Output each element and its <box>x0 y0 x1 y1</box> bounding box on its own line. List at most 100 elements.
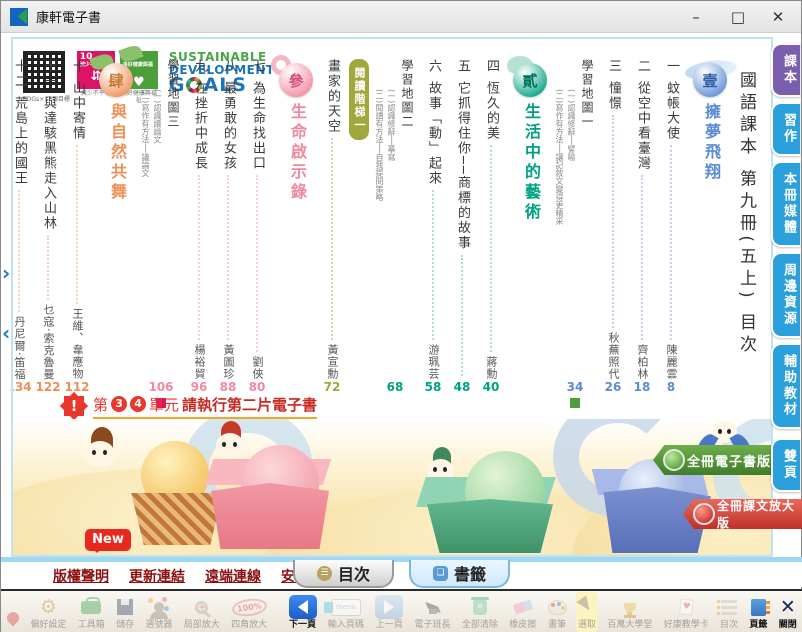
dotted-leader <box>76 145 78 304</box>
toc-map-entry[interactable]: 學習地圖一(一)認識修辭──譬喻(二)寫作有方法──讓記敘文變得更精采34 <box>554 59 596 395</box>
toc-lesson-entry[interactable]: 六故事「動」起來游珮芸58 <box>421 59 445 395</box>
unit-header: 肆與自然共舞 <box>94 59 140 395</box>
preferences-button[interactable]: ⚙偏好設定 <box>28 592 68 632</box>
dotted-leader <box>18 190 20 312</box>
preferences-icon: ⚙ <box>40 594 57 620</box>
lesson-title: 畫家的天空 <box>320 59 344 134</box>
lesson-author: 秋蕪照代 <box>603 332 623 380</box>
brush-button[interactable]: 畫筆 <box>546 592 569 632</box>
app-logo-icon <box>10 8 28 26</box>
toolbar-label: 儲存 <box>116 620 134 631</box>
lesson-title: 三憧憬 <box>601 59 625 111</box>
toc-ladder-entry[interactable]: 畫家的天空黃宣勳72 <box>320 59 344 395</box>
toc-lesson-entry[interactable]: 二從空中看臺灣齊柏林18 <box>630 59 654 395</box>
wings-icon: 壹 <box>689 59 733 101</box>
goto-page-button[interactable]: menu輸入頁碼 <box>326 592 366 632</box>
lesson-number: 七 <box>250 59 265 74</box>
dotted-leader <box>256 175 258 352</box>
full-ebook-banner-button[interactable]: 全冊電子書版 <box>653 445 779 475</box>
page-number: 122 <box>35 380 60 395</box>
side-tab-課本[interactable]: 課本 <box>771 43 800 97</box>
toc-lesson-entry[interactable]: 八最勇敢的女孩黃圖珍88 <box>216 59 240 395</box>
eraser-button[interactable]: 橡皮擦 <box>507 592 538 632</box>
leaves-icon: 肆 <box>95 59 139 101</box>
save-button[interactable]: 儲存 <box>114 592 136 632</box>
toolbar-label: 偏好設定 <box>30 620 66 631</box>
tab-toc[interactable]: ☰ 目次 <box>293 560 394 588</box>
footer-link-更新連結[interactable]: 更新連結 <box>129 566 185 586</box>
unit-number: 貳 <box>513 63 547 97</box>
side-tab-本冊媒體[interactable]: 本冊媒體 <box>771 161 800 247</box>
teaching-cards-button[interactable]: ♥好康教學卡 <box>662 592 711 632</box>
map-subitems: (一)認識修辭──摹寫(二)閱讀有方法──自我提問策略 <box>374 59 397 380</box>
unit-title: 生命啟示錄 <box>285 103 309 203</box>
side-tab-習作[interactable]: 習作 <box>771 102 800 156</box>
lesson-author: 黃圖珍 <box>218 344 238 380</box>
goto-page-icon: menu <box>331 594 361 620</box>
corner-zoom-button[interactable]: 100%四角放大 <box>229 592 269 632</box>
prev-page-button[interactable]: 上一頁 <box>373 592 405 632</box>
lesson-number: 六 <box>426 59 441 74</box>
next-page-button[interactable]: 下一頁 <box>287 592 319 632</box>
toc-button[interactable]: 目次 <box>718 592 740 632</box>
lesson-title: 七為生命找出口 <box>245 59 269 171</box>
toc-lesson-entry[interactable]: 一蚊帳大使陳麗雲8 <box>659 59 683 395</box>
lesson-author: 游珮芸 <box>423 344 443 380</box>
maximize-button[interactable]: □ <box>723 5 753 29</box>
content-page: SDGs×17項目標 10減少不平等⇵減少不平等3良好健康與福祉♥良好健康與福祉… <box>11 37 773 557</box>
lesson-author: 蔣勳 <box>481 356 501 380</box>
full-text-zoom-banner-button[interactable]: 全冊課文放大版 <box>683 499 802 529</box>
save-icon <box>117 594 133 620</box>
close-button[interactable]: ✕ <box>763 5 793 29</box>
lesson-number: 八 <box>221 59 236 74</box>
pin-button[interactable] <box>5 592 21 632</box>
page-tabs-button[interactable]: 頁籤 <box>747 592 769 632</box>
toc-lesson-entry[interactable]: 九在挫折中成長楊裕貿96 <box>187 59 211 395</box>
toc-lesson-entry[interactable]: 十一與達駭黑熊走入山林乜寇‧索克魯曼122 <box>36 59 60 395</box>
collapse-arrow[interactable]: ‹ <box>2 321 16 345</box>
side-tab-雙頁[interactable]: 雙頁 <box>771 438 800 492</box>
toc-map-entry[interactable]: 學習地圖三(一)認識議論文(二)寫作有方法──議論文106 <box>140 59 182 395</box>
select-button[interactable]: 選取 <box>576 592 598 632</box>
minimize-button[interactable]: – <box>681 5 711 29</box>
unit-title: 擁夢飛翔 <box>699 103 723 183</box>
tab-bookmark[interactable]: ❏ 書籤 <box>409 560 510 588</box>
unit-number: 參 <box>279 63 313 97</box>
toc-lesson-entry[interactable]: 五它抓得住你──商標的故事48 <box>450 59 474 395</box>
partial-zoom-button[interactable]: +局部放大 <box>182 592 222 632</box>
lesson-title: 一蚊帳大使 <box>659 59 683 141</box>
dotted-leader <box>612 115 614 328</box>
footer-link-版權聲明[interactable]: 版權聲明 <box>53 566 109 586</box>
map-title: 學習地圖二 <box>399 59 416 380</box>
toolbox-button[interactable]: 工具箱 <box>76 592 107 632</box>
e-monitor-button[interactable]: 電子班長 <box>413 592 453 632</box>
toc-lesson-entry[interactable]: 七為生命找出口劉俠80 <box>245 59 269 395</box>
close-button[interactable]: ✕關閉 <box>777 592 799 632</box>
million-school-button[interactable]: 百萬大學堂 <box>605 592 654 632</box>
toc-lesson-entry[interactable]: 十山中寄情王維、韋應物112 <box>65 59 89 395</box>
map-subitems: (一)認識議論文(二)寫作有方法──議論文 <box>140 59 163 380</box>
toc-lesson-entry[interactable]: 四恆久的美蔣勳40 <box>479 59 503 395</box>
unit-3: 參生命啟示錄七為生命找出口劉俠80八最勇敢的女孩黃圖珍88九在挫折中成長楊裕貿9… <box>140 59 320 395</box>
dotted-leader <box>331 138 333 340</box>
side-tab-輔助教材[interactable]: 輔助教材 <box>771 343 800 429</box>
app-title: 康軒電子書 <box>36 7 101 26</box>
map-subitem: (二)寫作有方法──議論文 <box>140 89 151 380</box>
toc-tab-icon: ☰ <box>317 566 332 581</box>
clear-all-button[interactable]: ✕全部清除 <box>460 592 500 632</box>
side-tab-周邊資源[interactable]: 周邊資源 <box>771 252 800 338</box>
dotted-leader <box>198 175 200 340</box>
number-picker-button[interactable]: 選號器 <box>143 592 174 632</box>
teaching-cards-icon: ♥ <box>680 594 693 620</box>
footer-link-遠端連線[interactable]: 遠端連線 <box>205 566 261 586</box>
unit-number-circle: 3 <box>111 396 127 412</box>
toc-lesson-entry[interactable]: 三憧憬秋蕪照代26 <box>601 59 625 395</box>
lesson-author: 劉俠 <box>247 356 267 380</box>
lesson-title: 二從空中看臺灣 <box>630 59 654 171</box>
lesson-title: 四恆久的美 <box>479 59 503 141</box>
lesson-number: 五 <box>455 59 470 74</box>
expand-arrow[interactable]: › <box>2 261 16 285</box>
toc-map-entry[interactable]: 學習地圖二(一)認識修辭──摹寫(二)閱讀有方法──自我提問策略68 <box>374 59 416 395</box>
map-subitem: (一)認識修辭──摹寫 <box>386 89 397 380</box>
toolbar-label: 局部放大 <box>184 620 220 631</box>
